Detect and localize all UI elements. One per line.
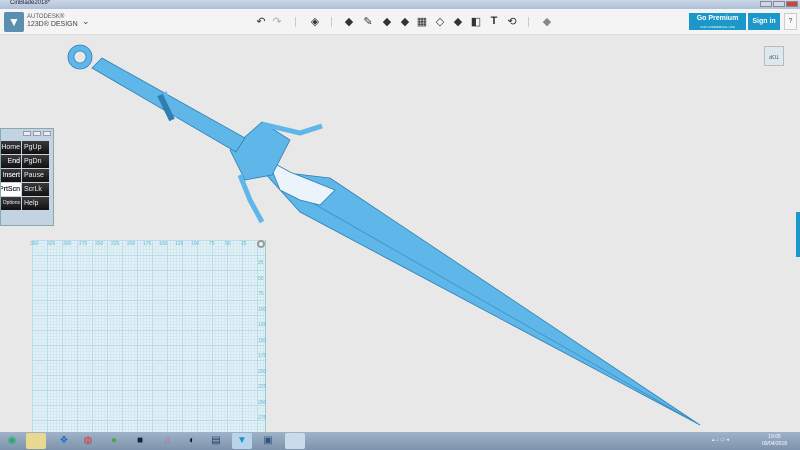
start-button[interactable]: ◉: [2, 433, 22, 449]
sword-pommel[interactable]: [67, 44, 93, 70]
sword-handle[interactable]: [91, 57, 246, 153]
key-end[interactable]: End nd: [1, 155, 21, 168]
key-insert[interactable]: Insert nsert: [1, 169, 21, 182]
taskbar-dropbox[interactable]: ❖: [54, 433, 74, 449]
osk-close[interactable]: [43, 131, 51, 136]
osk-maximize[interactable]: [33, 131, 41, 136]
on-screen-keyboard: Home PgUp End nd PgDn Insert nsert Pause PrtS…: [0, 128, 54, 226]
key-end-visible-label: nd: [12, 158, 20, 165]
taskbar-app2[interactable]: ■: [130, 433, 150, 449]
taskbar-app4[interactable]: ▣: [258, 433, 278, 449]
taskbar-steam[interactable]: ◐: [182, 433, 202, 449]
taskbar-itunes[interactable]: ♫: [157, 433, 177, 449]
sword-model[interactable]: [0, 0, 800, 450]
key-prtscn-visible-label: rtScn: [3, 186, 20, 193]
key-home[interactable]: Home: [1, 141, 21, 154]
taskbar-explorer[interactable]: [26, 433, 46, 449]
taskbar-123d-design[interactable]: ▼: [232, 433, 252, 449]
key-scrlk[interactable]: ScrLk: [22, 183, 49, 196]
taskbar-app5[interactable]: [285, 433, 305, 449]
sword-blade[interactable]: [260, 159, 701, 426]
key-pause[interactable]: Pause: [22, 169, 49, 182]
key-options[interactable]: Options: [1, 197, 21, 210]
system-tray[interactable]: ▴ ⌂ ▭ ◂: [712, 437, 729, 443]
key-pgdn[interactable]: PgDn: [22, 155, 49, 168]
key-pgup[interactable]: PgUp: [22, 141, 49, 154]
key-prtscn[interactable]: PrtScn rtScn: [1, 183, 21, 196]
taskbar-app3[interactable]: ▤: [206, 433, 226, 449]
key-help[interactable]: Help: [22, 197, 49, 210]
taskbar-app[interactable]: ●: [104, 433, 124, 449]
osk-minimize[interactable]: [23, 131, 31, 136]
taskbar-chrome[interactable]: ◍: [78, 433, 98, 449]
clock[interactable]: 19:05 09/04/2018: [762, 434, 787, 448]
taskbar: ◉ ❖ ◍ ● ■ ♫ ◐ ▤ ▼ ▣ ▴ ⌂ ▭ ◂ 19:05 09/04/2…: [0, 432, 800, 450]
key-insert-visible-label: nsert: [4, 172, 20, 179]
